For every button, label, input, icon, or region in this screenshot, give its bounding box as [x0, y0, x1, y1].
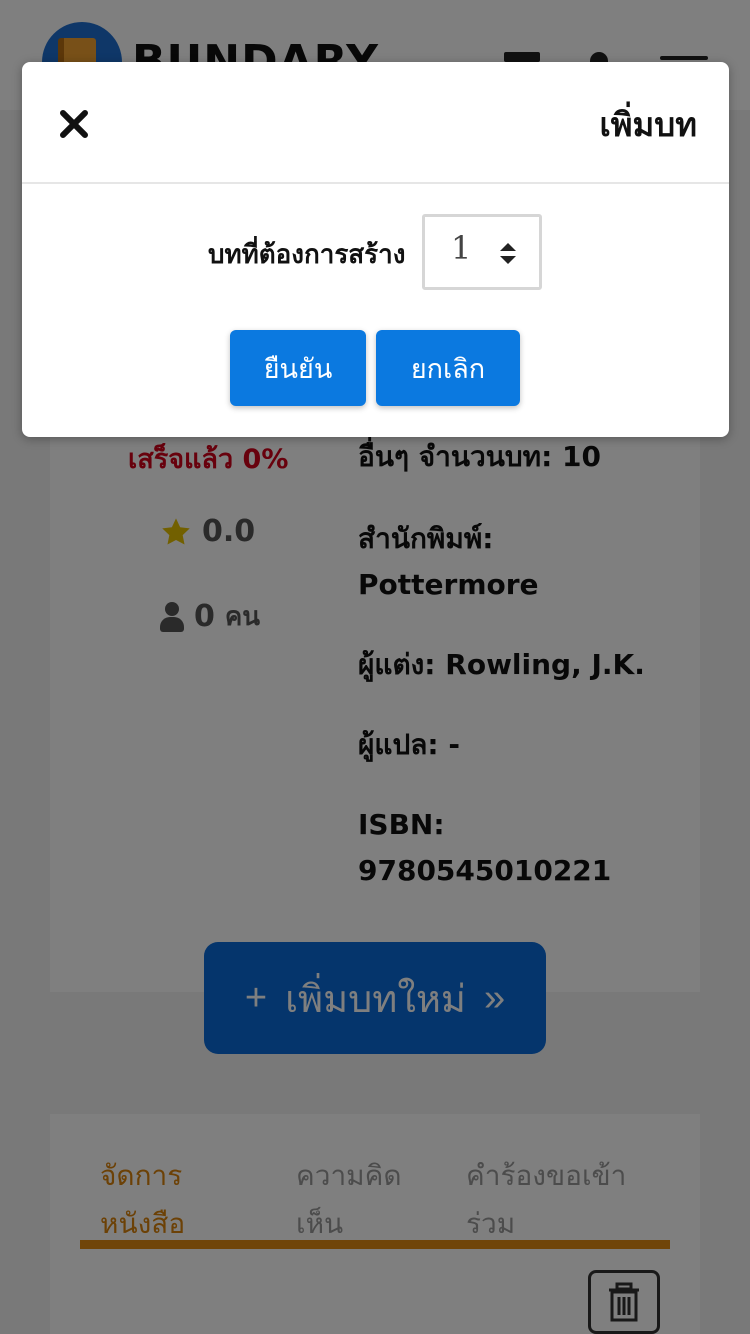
spinner-arrows-icon[interactable] — [499, 243, 517, 265]
confirm-button[interactable]: ยืนยัน — [230, 330, 366, 406]
chapter-count-stepper[interactable]: 1 — [422, 214, 542, 290]
modal-divider — [22, 182, 729, 184]
add-chapter-modal: เพิ่มบท บทที่ต้องการสร้าง 1 ยืนยัน ยกเลิ… — [22, 62, 729, 437]
cancel-button[interactable]: ยกเลิก — [376, 330, 520, 406]
modal-title: เพิ่มบท — [599, 105, 698, 144]
close-icon — [60, 110, 88, 138]
chapter-count-label: บทที่ต้องการสร้าง — [208, 240, 406, 270]
close-button[interactable] — [52, 102, 96, 146]
stepper-value: 1 — [451, 229, 472, 267]
